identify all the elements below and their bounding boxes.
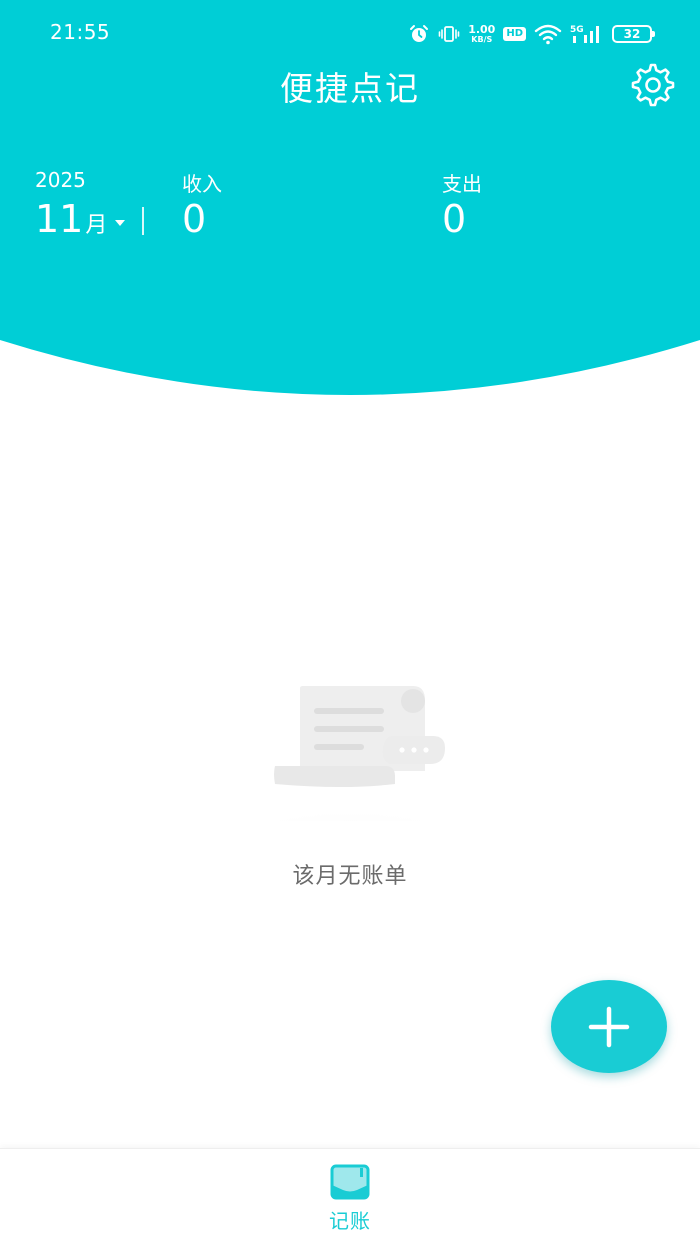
network-label: 5G	[570, 25, 584, 35]
year-label: 2025	[35, 168, 86, 192]
month-number: 11	[35, 197, 84, 241]
nav-item-ledger[interactable]: 记账	[300, 1163, 400, 1237]
nav-item-label: 记账	[329, 1209, 371, 1233]
month-suffix: 月	[85, 213, 108, 238]
net-speed-value: 1.00	[468, 22, 496, 36]
status-bar: 21:55 1.00 KB/S HD 5G 32	[0, 0, 700, 66]
caret-down-icon	[115, 220, 126, 226]
settings-button[interactable]	[628, 62, 678, 108]
empty-state-message: 该月无账单	[292, 864, 408, 889]
net-speed-unit: KB/S	[471, 34, 493, 44]
bottom-nav: 记账	[0, 1148, 700, 1244]
summary-divider	[142, 207, 144, 235]
add-record-button[interactable]	[551, 980, 667, 1073]
gear-icon	[631, 63, 675, 107]
alarm-icon	[410, 25, 429, 42]
wifi-icon	[534, 24, 562, 45]
income-value: 0	[182, 197, 207, 241]
ledger-icon	[330, 1164, 370, 1200]
net-speed: 1.00 KB/S	[468, 22, 496, 44]
app-root: 21:55 1.00 KB/S HD 5G 32 便捷点记 2025 11 月 …	[0, 0, 700, 1244]
empty-bill-icon	[232, 686, 468, 821]
expense-value: 0	[442, 197, 467, 241]
status-time: 21:55	[50, 20, 111, 44]
month-selector[interactable]: 11 月	[35, 196, 126, 242]
plus-icon	[588, 1006, 630, 1047]
signal-icon: 5G	[570, 25, 599, 43]
expense-label: 支出	[442, 172, 482, 196]
vibrate-icon	[438, 26, 460, 42]
income-label: 收入	[182, 172, 222, 196]
page-title: 便捷点记	[280, 69, 420, 108]
status-icons: 1.00 KB/S HD 5G 32	[408, 22, 655, 46]
battery-icon: 32	[612, 25, 655, 43]
hd-badge: HD	[503, 27, 526, 41]
